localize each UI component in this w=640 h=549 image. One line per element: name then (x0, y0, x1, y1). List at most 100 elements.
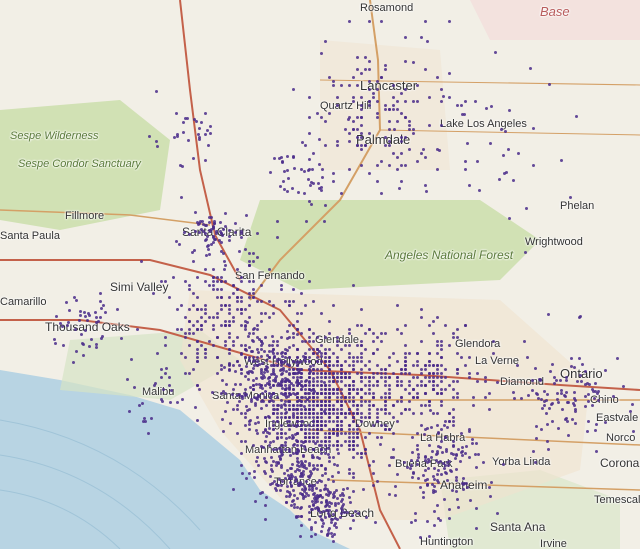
event-dot (280, 381, 283, 384)
event-dot (573, 391, 576, 394)
event-dot (420, 372, 423, 375)
event-dot (279, 489, 282, 492)
event-dot (310, 203, 313, 206)
event-dot (325, 509, 328, 512)
event-dot (336, 400, 339, 403)
event-dot (196, 320, 199, 323)
event-dot (304, 400, 307, 403)
event-dot (228, 324, 231, 327)
label-torrance: Torrance (274, 476, 317, 488)
event-dot (414, 519, 417, 522)
event-dot (180, 196, 183, 199)
event-dot (296, 368, 299, 371)
event-dot (304, 392, 307, 395)
event-dot (300, 428, 303, 431)
event-dot (292, 360, 295, 363)
event-dot (360, 116, 363, 119)
event-dot (204, 320, 207, 323)
event-dot (288, 408, 291, 411)
event-dot (339, 494, 342, 497)
event-dot (216, 356, 219, 359)
label-phelan: Phelan (560, 200, 594, 212)
event-dot (324, 516, 327, 519)
event-dot (298, 361, 301, 364)
event-dot (312, 332, 315, 335)
event-dot (296, 328, 299, 331)
event-dot (273, 364, 276, 367)
map-canvas[interactable]: Base Sespe Wilderness Sespe Condor Sanct… (0, 0, 640, 549)
event-dot (236, 296, 239, 299)
event-dot (356, 404, 359, 407)
event-dot (308, 381, 311, 384)
event-dot (323, 410, 326, 413)
event-dot (364, 68, 367, 71)
event-dot (336, 497, 339, 500)
event-dot (404, 100, 407, 103)
event-dot (328, 412, 331, 415)
event-dot (332, 408, 335, 411)
event-dot (320, 404, 323, 407)
event-dot (280, 450, 283, 453)
event-dot (228, 229, 231, 232)
event-dot (451, 489, 454, 492)
event-dot (428, 352, 431, 355)
event-dot (340, 408, 343, 411)
event-dot (218, 239, 221, 242)
event-dot (433, 478, 436, 481)
event-dot (284, 388, 287, 391)
event-dot (420, 424, 423, 427)
event-dot (284, 404, 287, 407)
event-dot (300, 515, 303, 518)
event-dot (388, 140, 391, 143)
event-dot (269, 171, 272, 174)
event-dot (433, 524, 436, 527)
event-dot (310, 528, 313, 531)
event-dot (328, 368, 331, 371)
event-dot (360, 96, 363, 99)
event-dot (316, 372, 319, 375)
event-dot (316, 360, 319, 363)
event-dot (328, 436, 331, 439)
event-dot (276, 408, 279, 411)
event-dot (432, 380, 435, 383)
event-dot (296, 380, 299, 383)
event-dot (276, 358, 279, 361)
event-dot (300, 474, 303, 477)
event-dot (188, 288, 191, 291)
event-dot (360, 456, 363, 459)
event-dot (424, 368, 427, 371)
event-dot (333, 491, 336, 494)
event-dot (396, 304, 399, 307)
event-dot (257, 464, 260, 467)
event-dot (316, 360, 319, 363)
event-dot (295, 516, 298, 519)
event-dot (485, 107, 488, 110)
event-dot (296, 348, 299, 351)
event-dot (320, 464, 323, 467)
event-dot (224, 264, 227, 267)
event-dot (368, 464, 371, 467)
event-dot (356, 56, 359, 59)
event-dot (376, 436, 379, 439)
event-dot (320, 372, 323, 375)
event-dot (428, 364, 431, 367)
event-dot (340, 428, 343, 431)
event-dot (260, 370, 263, 373)
event-dot (484, 380, 487, 383)
event-dot (336, 428, 339, 431)
event-dot (308, 400, 311, 403)
event-dot (328, 360, 331, 363)
event-dot (328, 372, 331, 375)
event-dot (462, 483, 465, 486)
event-dot (222, 390, 225, 393)
event-dot (551, 363, 554, 366)
event-dot (384, 412, 387, 415)
event-dot (456, 368, 459, 371)
event-dot (216, 336, 219, 339)
event-dot (191, 251, 194, 254)
event-dot (300, 380, 303, 383)
event-dot (356, 144, 359, 147)
event-dot (300, 460, 303, 463)
event-dot (222, 430, 225, 433)
event-dot (368, 68, 371, 71)
